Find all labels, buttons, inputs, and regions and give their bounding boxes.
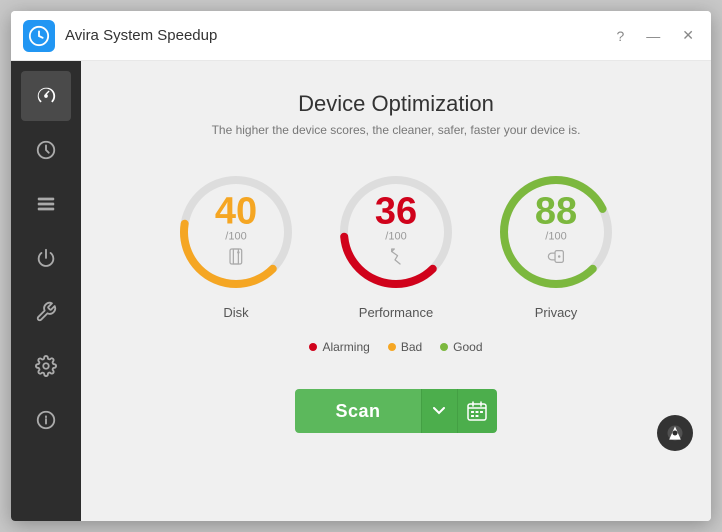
privacy-label: Privacy — [535, 305, 578, 320]
performance-gauge-circle: 36 /100 — [331, 167, 461, 297]
legend-bad: Bad — [388, 340, 422, 354]
tools-icon — [35, 301, 57, 323]
gauges-row: 40 /100 Disk — [171, 167, 621, 320]
privacy-gauge-center: 88 /100 — [535, 193, 577, 272]
startup-icon — [35, 247, 57, 269]
performance-icon — [375, 247, 417, 272]
avira-logo-icon — [665, 423, 685, 443]
legend-bad-label: Bad — [401, 340, 422, 354]
performance-score: 36 — [375, 193, 417, 231]
speedometer-icon — [35, 85, 57, 107]
scan-dropdown-button[interactable] — [421, 389, 457, 433]
performance-gauge-center: 36 /100 — [375, 193, 417, 272]
legend-alarming: Alarming — [309, 340, 369, 354]
close-button[interactable]: ✕ — [677, 25, 699, 46]
legend-good-label: Good — [453, 340, 482, 354]
performance-label: Performance — [359, 305, 433, 320]
scan-bar: Scan — [101, 374, 691, 448]
app-icon — [23, 20, 55, 52]
settings-icon — [35, 355, 57, 377]
chevron-down-icon — [433, 407, 445, 415]
legend-good: Good — [440, 340, 482, 354]
privacy-gauge-circle: 88 /100 — [491, 167, 621, 297]
scan-button[interactable]: Scan — [295, 389, 420, 433]
scan-calendar-button[interactable] — [457, 389, 497, 433]
sidebar-item-startup[interactable] — [21, 233, 71, 283]
sidebar-item-settings[interactable] — [21, 341, 71, 391]
privacy-icon — [535, 247, 577, 272]
window-title: Avira System Speedup — [65, 27, 611, 44]
content-area: Device Optimization The higher the devic… — [81, 61, 711, 521]
calendar-icon — [467, 401, 487, 421]
legend-bad-dot — [388, 343, 396, 351]
performance-gauge: 36 /100 Performance — [331, 167, 461, 320]
sidebar-item-speedup[interactable] — [21, 71, 71, 121]
sidebar-item-modules[interactable] — [21, 179, 71, 229]
titlebar: Avira System Speedup ? — ✕ — [11, 11, 711, 61]
disk-gauge-circle: 40 /100 — [171, 167, 301, 297]
legend: Alarming Bad Good — [309, 340, 482, 354]
disk-gauge-center: 40 /100 — [215, 193, 257, 272]
page-title: Device Optimization — [298, 91, 494, 117]
legend-alarming-dot — [309, 343, 317, 351]
privacy-gauge: 88 /100 Privacy — [491, 167, 621, 320]
sidebar-item-tools[interactable] — [21, 287, 71, 337]
disk-score: 40 — [215, 193, 257, 231]
disk-label: Disk — [223, 305, 248, 320]
scan-button-group: Scan — [295, 389, 496, 433]
main-layout: Device Optimization The higher the devic… — [11, 61, 711, 521]
page-subtitle: The higher the device scores, the cleane… — [212, 123, 581, 137]
disk-gauge: 40 /100 Disk — [171, 167, 301, 320]
minimize-button[interactable]: — — [641, 26, 665, 46]
clock-icon — [35, 139, 57, 161]
sidebar-item-clock[interactable] — [21, 125, 71, 175]
help-button[interactable]: ? — [611, 26, 629, 46]
avira-badge[interactable] — [657, 415, 693, 451]
titlebar-controls: ? — ✕ — [611, 25, 699, 46]
main-window: Avira System Speedup ? — ✕ — [11, 11, 711, 521]
sidebar-item-info[interactable] — [21, 395, 71, 445]
legend-alarming-label: Alarming — [322, 340, 369, 354]
privacy-score: 88 — [535, 193, 577, 231]
legend-good-dot — [440, 343, 448, 351]
modules-icon — [35, 193, 57, 215]
sidebar — [11, 61, 81, 521]
disk-icon — [215, 247, 257, 272]
info-icon — [35, 409, 57, 431]
